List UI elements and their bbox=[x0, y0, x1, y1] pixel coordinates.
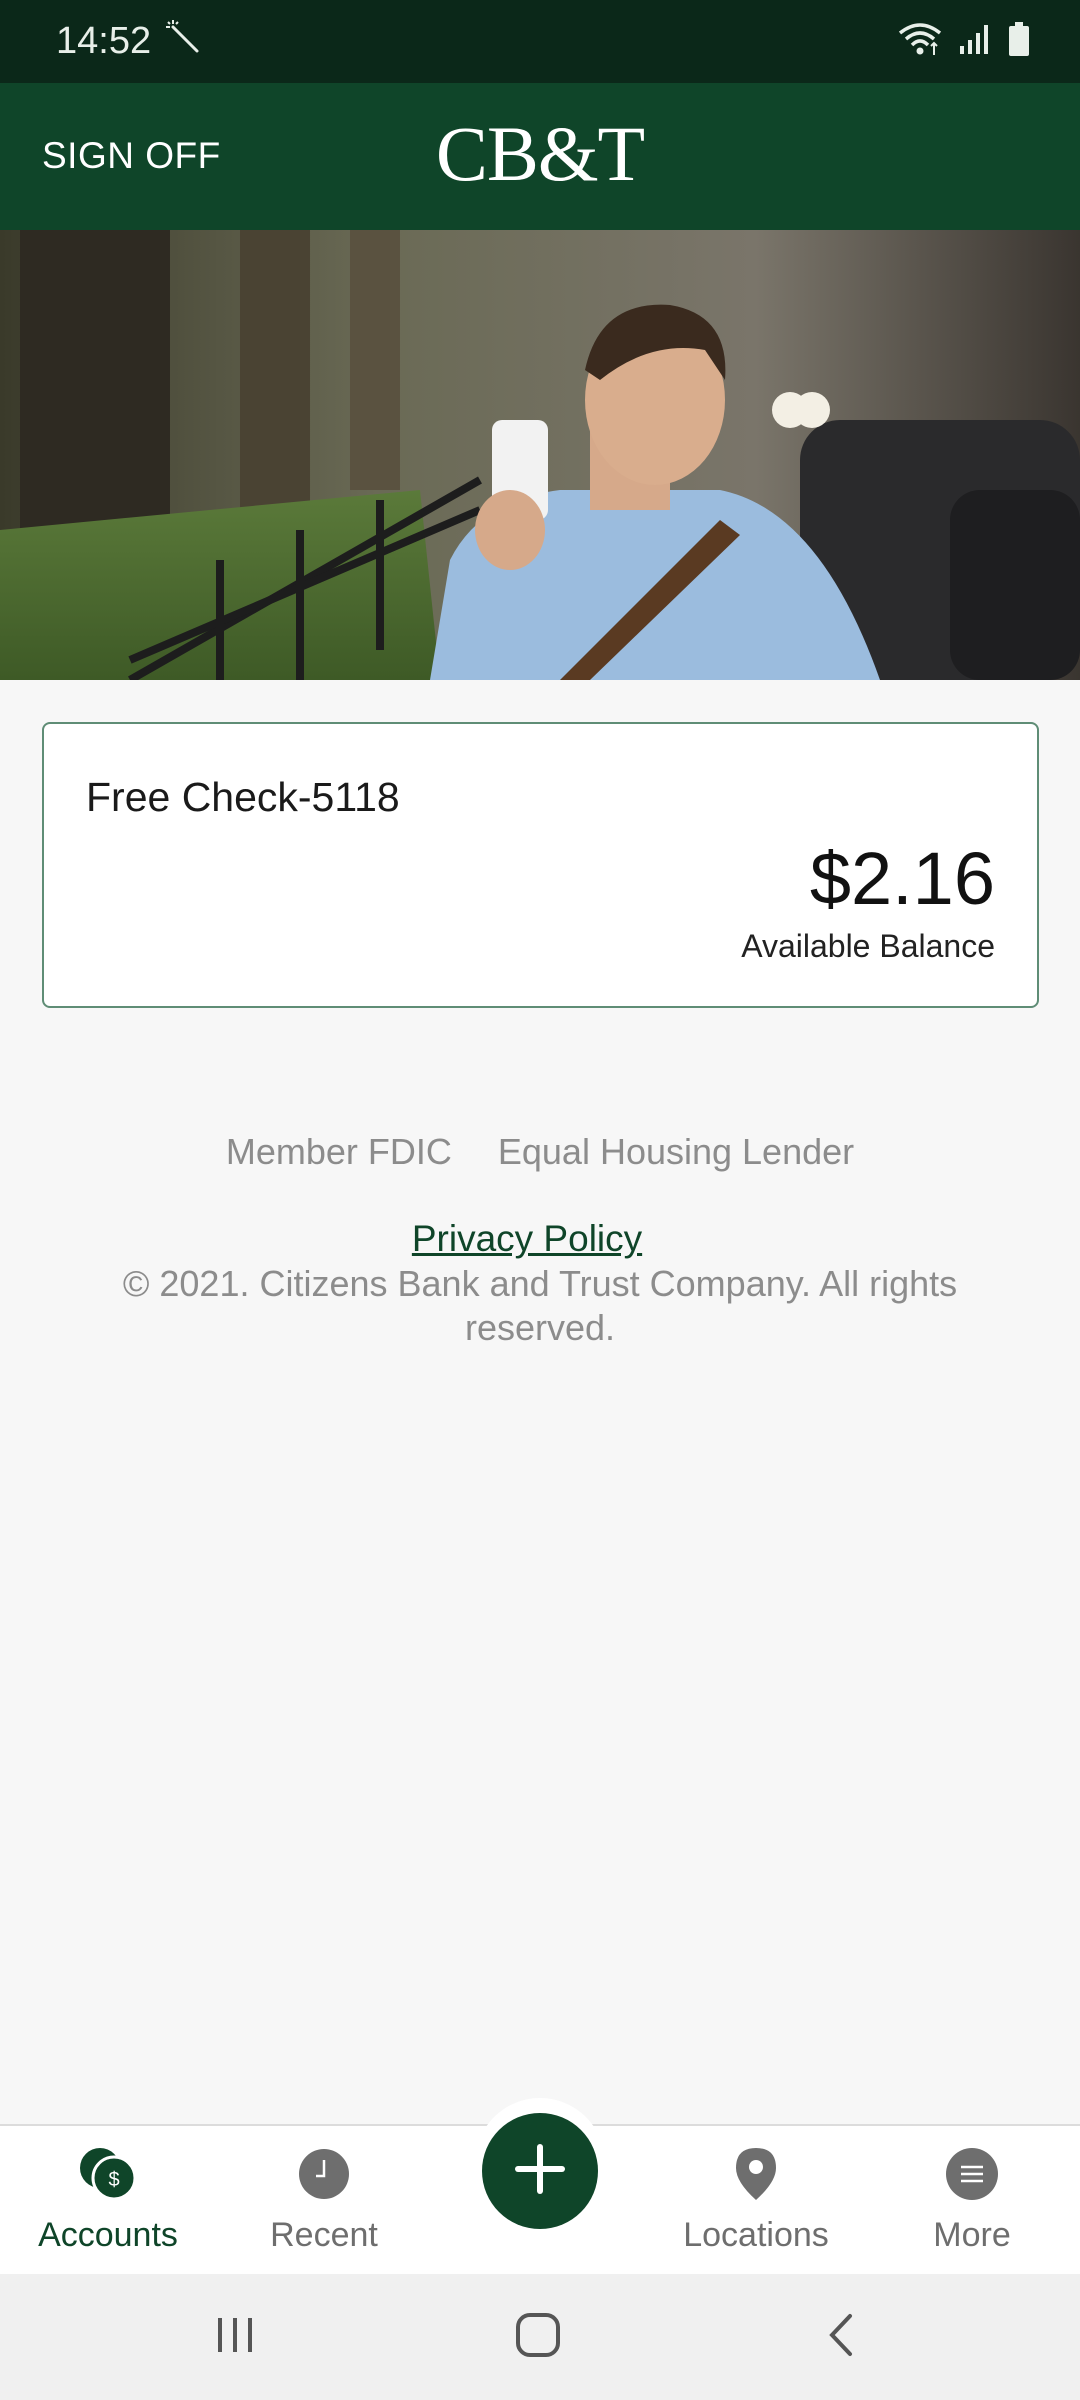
hero-image bbox=[0, 230, 1080, 680]
status-left: 14:52 bbox=[56, 19, 201, 65]
app-header: SIGN OFF CB&T bbox=[0, 83, 1080, 230]
battery-icon bbox=[1008, 21, 1030, 62]
account-balance: $2.16 bbox=[809, 837, 995, 920]
home-icon[interactable] bbox=[513, 2310, 563, 2365]
wifi-icon bbox=[898, 21, 942, 62]
equal-housing-text: Equal Housing Lender bbox=[497, 1131, 855, 1172]
nav-recent[interactable]: Recent bbox=[224, 2144, 424, 2255]
svg-text:$: $ bbox=[108, 2169, 119, 2191]
plus-icon bbox=[512, 2141, 568, 2202]
back-icon[interactable] bbox=[818, 2310, 868, 2365]
nav-more-label: More bbox=[933, 2216, 1011, 2254]
status-bar: 14:52 bbox=[0, 0, 1080, 83]
magic-wand-icon bbox=[165, 19, 201, 65]
status-time: 14:52 bbox=[56, 20, 152, 62]
status-right bbox=[898, 21, 1030, 62]
nav-accounts-label: Accounts bbox=[38, 2216, 178, 2254]
copyright-text: © 2021. Citizens Bank and Trust Company.… bbox=[122, 1263, 958, 1348]
account-name: Free Check-5118 bbox=[86, 774, 400, 820]
recent-apps-icon[interactable] bbox=[210, 2310, 260, 2365]
privacy-policy-link[interactable]: Privacy Policy bbox=[0, 1218, 1054, 1260]
system-nav-bar bbox=[0, 2274, 1080, 2400]
signal-icon bbox=[958, 22, 992, 61]
location-pin-icon bbox=[656, 2144, 856, 2204]
account-card[interactable]: Free Check-5118 $2.16 Available Balance bbox=[42, 722, 1039, 1008]
add-action-button[interactable] bbox=[482, 2113, 598, 2229]
nav-recent-label: Recent bbox=[270, 2216, 378, 2254]
brand-logo: CB&T bbox=[435, 110, 645, 197]
clock-icon bbox=[224, 2144, 424, 2204]
member-fdic-text: Member FDIC bbox=[225, 1131, 452, 1172]
accounts-icon: $ bbox=[8, 2144, 208, 2204]
nav-accounts[interactable]: $ Accounts bbox=[8, 2144, 208, 2255]
nav-more[interactable]: More bbox=[872, 2144, 1072, 2255]
footer-disclosures: Member FDIC Equal Housing Lender bbox=[0, 1131, 1080, 1173]
nav-locations[interactable]: Locations bbox=[656, 2144, 856, 2255]
menu-icon bbox=[872, 2144, 1072, 2204]
nav-locations-label: Locations bbox=[683, 2216, 829, 2254]
balance-label: Available Balance bbox=[741, 928, 995, 964]
